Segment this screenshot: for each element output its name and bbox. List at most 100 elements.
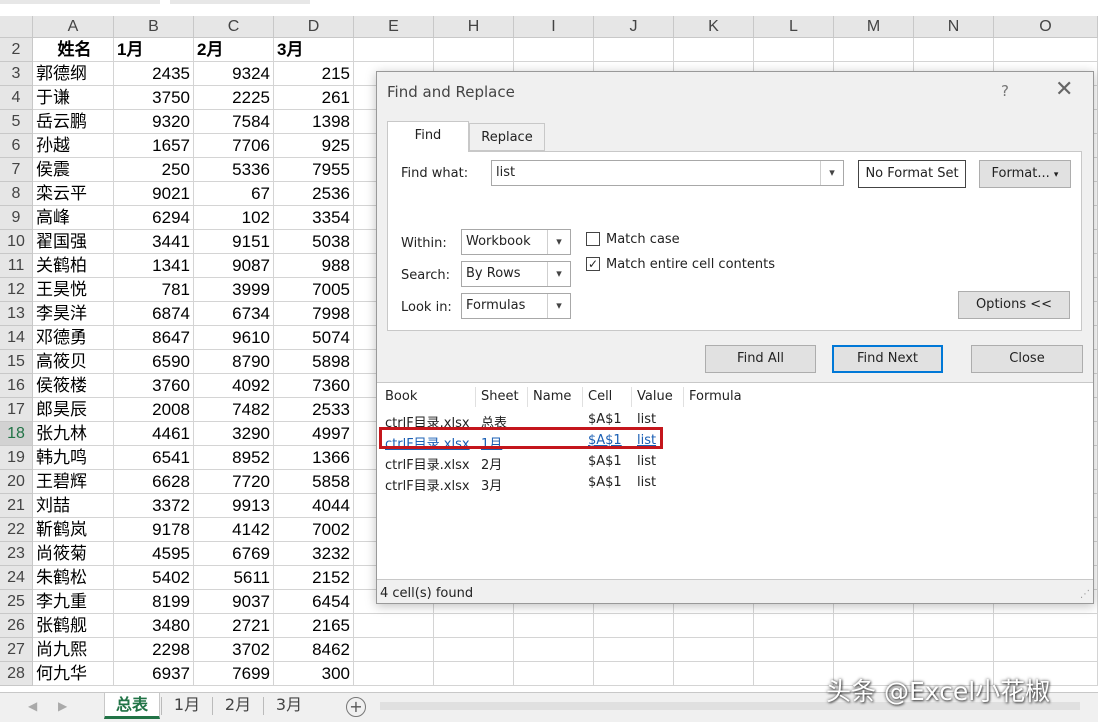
cell[interactable]: 7955 (274, 158, 354, 182)
cell[interactable]: 王碧辉 (33, 470, 114, 494)
column-header-k[interactable]: K (674, 16, 754, 38)
cell[interactable]: 尚筱菊 (33, 542, 114, 566)
result-cell-value[interactable]: list (637, 475, 656, 490)
cell[interactable]: 3999 (194, 278, 274, 302)
row-header[interactable]: 24 (0, 566, 33, 590)
cell[interactable]: 4142 (194, 518, 274, 542)
cell[interactable]: 6734 (194, 302, 274, 326)
search-select[interactable]: By Rows ▾ (461, 261, 571, 287)
row-header[interactable]: 2 (0, 38, 33, 62)
cell[interactable]: 孙越 (33, 134, 114, 158)
cell[interactable]: 102 (194, 206, 274, 230)
cell[interactable]: 7005 (274, 278, 354, 302)
cell[interactable] (514, 662, 594, 686)
cell[interactable]: 张九林 (33, 422, 114, 446)
row-header[interactable]: 25 (0, 590, 33, 614)
cell[interactable]: 1341 (114, 254, 194, 278)
row-header[interactable]: 28 (0, 662, 33, 686)
help-icon[interactable]: ? (1001, 82, 1009, 100)
cell[interactable]: 6937 (114, 662, 194, 686)
cell[interactable]: 1366 (274, 446, 354, 470)
cell[interactable] (354, 662, 434, 686)
cell[interactable]: 6294 (114, 206, 194, 230)
row-header[interactable]: 18 (0, 422, 33, 446)
cell[interactable]: 250 (114, 158, 194, 182)
cell[interactable]: 2152 (274, 566, 354, 590)
row-header[interactable]: 12 (0, 278, 33, 302)
row-header[interactable]: 17 (0, 398, 33, 422)
column-header-b[interactable]: B (114, 16, 194, 38)
cell[interactable]: 李昊洋 (33, 302, 114, 326)
cell[interactable]: 3750 (114, 86, 194, 110)
cell[interactable]: 靳鹤岚 (33, 518, 114, 542)
cell[interactable]: 翟国强 (33, 230, 114, 254)
cell[interactable]: 5038 (274, 230, 354, 254)
cell[interactable]: 5611 (194, 566, 274, 590)
cell[interactable]: 9324 (194, 62, 274, 86)
cell[interactable]: 8199 (114, 590, 194, 614)
cell[interactable]: 261 (274, 86, 354, 110)
cell[interactable] (914, 38, 994, 62)
cell[interactable]: 3441 (114, 230, 194, 254)
add-sheet-button[interactable]: + (346, 697, 366, 717)
cell[interactable]: 8790 (194, 350, 274, 374)
result-column-header[interactable]: Formula (689, 389, 742, 404)
cell[interactable] (354, 638, 434, 662)
cell[interactable]: 尚九熙 (33, 638, 114, 662)
cell[interactable] (354, 38, 434, 62)
cell[interactable]: 朱鹤松 (33, 566, 114, 590)
column-header-m[interactable]: M (834, 16, 914, 38)
cell[interactable] (994, 38, 1098, 62)
find-next-button[interactable]: Find Next (832, 345, 943, 373)
find-what-input[interactable]: list ▾ (491, 160, 844, 186)
cell[interactable]: 侯筱楼 (33, 374, 114, 398)
cell[interactable]: 7482 (194, 398, 274, 422)
cell[interactable]: 李九重 (33, 590, 114, 614)
cell[interactable]: 9037 (194, 590, 274, 614)
row-header[interactable]: 4 (0, 86, 33, 110)
cell[interactable]: 2721 (194, 614, 274, 638)
cell[interactable]: 2008 (114, 398, 194, 422)
cell[interactable]: 王昊悦 (33, 278, 114, 302)
cell[interactable]: 刘喆 (33, 494, 114, 518)
cell[interactable] (434, 662, 514, 686)
cell[interactable]: 300 (274, 662, 354, 686)
cell[interactable]: 6628 (114, 470, 194, 494)
cell[interactable]: 7706 (194, 134, 274, 158)
match-case-checkbox[interactable] (586, 232, 600, 246)
cell[interactable]: 7584 (194, 110, 274, 134)
sheet-tab[interactable]: 2月 (213, 693, 263, 719)
sheet-tab[interactable]: 总表 (104, 693, 160, 719)
format-button[interactable]: Format... ▾ (979, 160, 1071, 188)
cell[interactable] (994, 638, 1098, 662)
cell[interactable] (514, 638, 594, 662)
chevron-down-icon[interactable]: ▾ (547, 262, 570, 286)
cell[interactable]: 岳云鹏 (33, 110, 114, 134)
row-header[interactable]: 14 (0, 326, 33, 350)
cell[interactable]: 4044 (274, 494, 354, 518)
cell[interactable] (434, 38, 514, 62)
cell[interactable] (354, 614, 434, 638)
result-cell-sheet[interactable]: 3月 (481, 475, 502, 494)
select-all-corner[interactable] (0, 16, 33, 38)
cell[interactable]: 781 (114, 278, 194, 302)
cell[interactable] (434, 614, 514, 638)
cell[interactable]: 于谦 (33, 86, 114, 110)
result-cell-value[interactable]: list (637, 412, 656, 427)
result-column-header[interactable]: Cell (588, 389, 612, 404)
cell[interactable]: 5898 (274, 350, 354, 374)
cell[interactable]: 7720 (194, 470, 274, 494)
cell[interactable]: 栾云平 (33, 182, 114, 206)
column-header-j[interactable]: J (594, 16, 674, 38)
tab-replace[interactable]: Replace (469, 123, 545, 151)
result-column-header[interactable]: Sheet (481, 389, 519, 404)
cell[interactable]: 8952 (194, 446, 274, 470)
result-cell-cell[interactable]: $A$1 (588, 454, 622, 469)
cell[interactable]: 5336 (194, 158, 274, 182)
cell[interactable] (514, 614, 594, 638)
cell[interactable]: 988 (274, 254, 354, 278)
cell[interactable]: 3760 (114, 374, 194, 398)
cell[interactable]: 7360 (274, 374, 354, 398)
cell[interactable] (754, 614, 834, 638)
cell[interactable]: 4092 (194, 374, 274, 398)
